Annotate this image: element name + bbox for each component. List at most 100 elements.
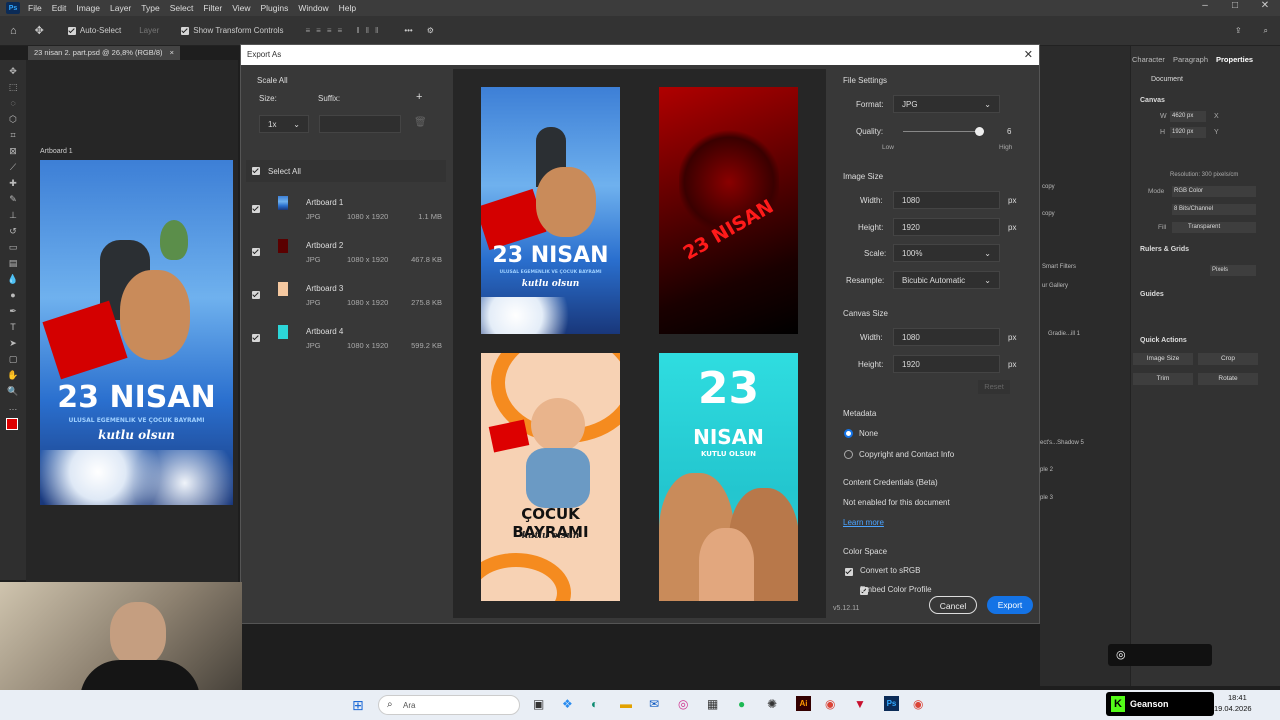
share-icon[interactable]: ⇪ (1235, 26, 1242, 35)
menu-type[interactable]: Type (141, 3, 159, 13)
pen-icon[interactable]: ✒ (6, 306, 20, 316)
gradient-icon[interactable]: ▤ (6, 258, 20, 268)
edge-icon[interactable]: ◐ (591, 697, 598, 711)
chrome-icon[interactable]: ◉ (825, 697, 835, 711)
add-scale-icon[interactable]: + (416, 91, 422, 103)
artboard-checkbox[interactable] (252, 205, 260, 213)
move-tool-icon[interactable]: ✥ (35, 24, 44, 37)
menu-plugins[interactable]: Plugins (260, 3, 288, 13)
windows-start-icon[interactable]: ⊞ (352, 697, 364, 714)
fill-select[interactable]: Transparent (1172, 222, 1256, 233)
eyedropper-icon[interactable]: ⟋ (6, 162, 20, 172)
gear-icon[interactable]: ⚙ (427, 26, 434, 35)
align-icons[interactable]: ≡≡≡≡ ‖‖‖ (306, 26, 385, 35)
widgets-icon[interactable]: ❖ (562, 697, 573, 711)
foreground-color-swatch[interactable] (6, 418, 18, 430)
canvas-height-input[interactable]: 1920 (893, 355, 1000, 373)
show-transform-checkbox[interactable]: Show Transform Controls (181, 26, 284, 35)
image-size-button[interactable]: Image Size (1133, 353, 1193, 365)
canvas-width-input[interactable]: 1080 (893, 328, 1000, 346)
metadata-copyright-radio[interactable] (844, 450, 853, 459)
history-brush-icon[interactable]: ↺ (6, 226, 20, 236)
menu-view[interactable]: View (232, 3, 250, 13)
more-options-icon[interactable]: ••• (404, 26, 412, 35)
task-view-icon[interactable]: ▣ (533, 697, 544, 711)
menu-help[interactable]: Help (339, 3, 356, 13)
format-select[interactable]: JPG ⌄ (893, 95, 1000, 113)
select-all-row[interactable]: Select All (246, 160, 446, 182)
mode-select[interactable]: RGB Color (1172, 186, 1256, 197)
chrome-icon[interactable]: ◉ (913, 697, 923, 711)
tab-paragraph[interactable]: Paragraph (1173, 55, 1208, 64)
spotify-icon[interactable]: ● (738, 697, 745, 711)
metadata-none-radio[interactable] (844, 429, 853, 438)
menu-select[interactable]: Select (170, 3, 194, 13)
artboard-checkbox[interactable] (252, 334, 260, 342)
brush-icon[interactable]: ✎ (6, 194, 20, 204)
close-window-icon[interactable]: ✕ (1250, 0, 1280, 11)
move-icon[interactable]: ✥ (6, 66, 20, 76)
menu-edit[interactable]: Edit (52, 3, 67, 13)
tab-properties[interactable]: Properties (1216, 55, 1253, 64)
outlook-icon[interactable]: ✉ (649, 697, 659, 711)
canvas-w-input[interactable]: 4620 px (1170, 111, 1206, 122)
artboard-item[interactable]: Artboard 4 JPG 1080 x 1920 599.2 KB (246, 322, 446, 362)
rulers-unit-select[interactable]: Pixels (1210, 265, 1256, 276)
layer-row[interactable]: ur Gallery (1040, 283, 1130, 295)
close-tab-icon[interactable]: × (170, 48, 174, 57)
home-icon[interactable]: ⌂ (10, 25, 17, 37)
resample-select[interactable]: Bicubic Automatic ⌄ (893, 271, 1000, 289)
convert-srgb-checkbox[interactable] (845, 567, 853, 576)
menu-filter[interactable]: Filter (203, 3, 222, 13)
frame-icon[interactable]: ⊠ (6, 146, 20, 156)
artboard-item[interactable]: Artboard 2 JPG 1080 x 1920 467.8 KB (246, 236, 446, 276)
illustrator-icon[interactable]: Ai (796, 696, 811, 711)
app-icon[interactable]: ✺ (767, 697, 777, 711)
photoshop-taskbar-icon[interactable]: Ps (884, 696, 899, 711)
instagram-app-icon[interactable]: ◎ (678, 697, 688, 711)
main-artboard-image[interactable]: 23 NISAN ULUSAL EGEMENLIK VE ÇOCUK BAYRA… (40, 160, 233, 505)
suffix-input[interactable] (319, 115, 401, 133)
auto-select-checkbox[interactable]: Auto-Select (67, 26, 121, 35)
layer-row[interactable]: Gradie...ill 1 (1040, 331, 1130, 343)
trim-button[interactable]: Trim (1133, 373, 1193, 385)
layer-row[interactable]: Smart Filters (1040, 264, 1130, 276)
path-select-icon[interactable]: ➤ (6, 338, 20, 348)
select-icon[interactable]: ⬡ (6, 114, 20, 124)
hand-icon[interactable]: ✋ (6, 370, 20, 380)
layer-row[interactable]: copy (1040, 184, 1130, 196)
image-width-input[interactable]: 1080 (893, 191, 1000, 209)
tab-character[interactable]: Character (1132, 55, 1165, 64)
bits-select[interactable]: 8 Bits/Channel (1172, 204, 1256, 215)
eraser-icon[interactable]: ▭ (6, 242, 20, 252)
layer-row[interactable]: ple 2 (1040, 467, 1130, 479)
menu-layer[interactable]: Layer (110, 3, 131, 13)
calendar-icon[interactable]: ▦ (707, 697, 718, 711)
taskbar-search[interactable]: ⌕ Ara (378, 695, 520, 715)
dodge-icon[interactable]: ● (6, 290, 20, 300)
close-icon[interactable]: ✕ (1024, 48, 1033, 61)
export-button[interactable]: Export (987, 596, 1033, 614)
learn-more-link[interactable]: Learn more (843, 518, 884, 527)
artboard-checkbox[interactable] (252, 248, 260, 256)
zoom-icon[interactable]: 🔍 (6, 386, 20, 396)
select-all-checkbox[interactable] (252, 167, 260, 175)
shape-icon[interactable]: ▢ (6, 354, 20, 364)
menu-window[interactable]: Window (298, 3, 328, 13)
image-height-input[interactable]: 1920 (893, 218, 1000, 236)
artboard-item[interactable]: Artboard 3 JPG 1080 x 1920 275.8 KB (246, 279, 446, 319)
minimize-icon[interactable]: – (1190, 0, 1220, 11)
search-icon[interactable]: ⌕ (1264, 26, 1268, 36)
healing-icon[interactable]: ✚ (6, 178, 20, 188)
crop-icon[interactable]: ⌗ (6, 130, 20, 140)
canvas-h-input[interactable]: 1920 px (1170, 127, 1206, 138)
quality-slider-handle[interactable] (975, 127, 984, 136)
marquee-icon[interactable]: ⬚ (6, 82, 20, 92)
app-red-icon[interactable]: ▼ (854, 697, 866, 711)
lasso-icon[interactable]: ◌ (6, 98, 20, 108)
preview-artboard-1[interactable]: 23 NISAN ULUSAL EGEMENLIK VE ÇOCUK BAYRA… (481, 87, 620, 334)
crop-button[interactable]: Crop (1198, 353, 1258, 365)
maximize-icon[interactable]: □ (1220, 0, 1250, 11)
layer-row[interactable]: copy (1040, 211, 1130, 223)
preview-artboard-2[interactable]: 23 NISAN (659, 87, 798, 334)
